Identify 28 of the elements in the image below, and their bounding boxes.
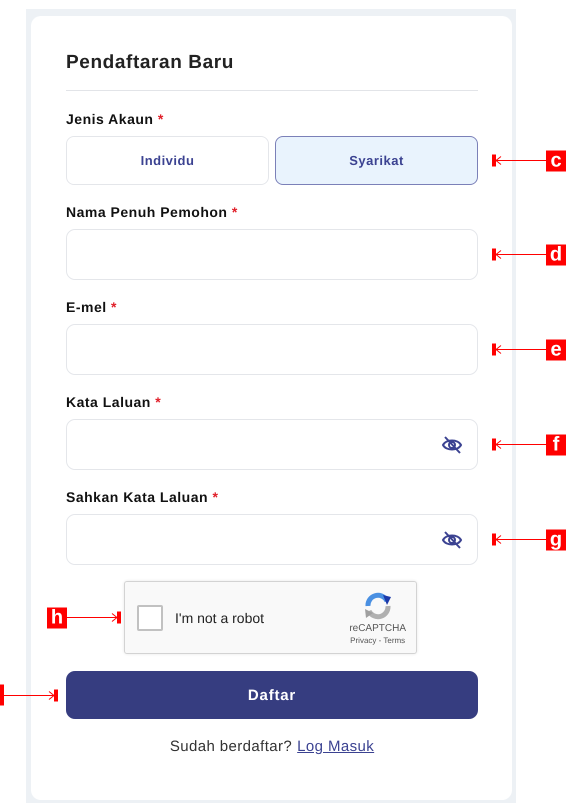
callout-label: e xyxy=(546,339,566,360)
captcha-checkbox[interactable] xyxy=(137,604,163,630)
password-field[interactable] xyxy=(66,514,478,565)
callout-label: h xyxy=(47,607,67,628)
callout-label: d xyxy=(546,244,566,265)
field-label: Nama Penuh Pemohon * xyxy=(66,203,239,221)
account-type-option[interactable]: Syarikat xyxy=(275,136,478,185)
callout-label: f xyxy=(546,434,566,455)
field-label: Kata Laluan * xyxy=(66,393,162,411)
eye-slash-icon[interactable] xyxy=(441,434,463,454)
field-label: E-mel * xyxy=(66,298,118,316)
login-prompt: Sudah berdaftar? xyxy=(170,737,292,757)
login-link[interactable]: Log Masuk xyxy=(297,737,374,757)
circular-arrows-icon xyxy=(362,590,393,620)
captcha-label: I'm not a robot xyxy=(175,610,266,626)
captcha-brand: reCAPTCHA xyxy=(349,622,406,634)
captcha-links[interactable]: Privacy - Terms xyxy=(350,636,406,644)
callout-label: g xyxy=(546,529,566,550)
input-field[interactable] xyxy=(66,229,478,280)
eye-slash-icon[interactable] xyxy=(441,530,463,550)
account-type-option[interactable]: Individu xyxy=(66,136,269,185)
input-field[interactable] xyxy=(66,324,478,375)
password-field[interactable] xyxy=(66,419,478,470)
field-label: Sahkan Kata Laluan * xyxy=(66,488,220,506)
form-title: Pendaftaran Baru xyxy=(66,52,235,74)
field-label: Jenis Akaun * xyxy=(66,110,165,128)
callout-label: c xyxy=(546,150,566,171)
register-button[interactable]: Daftar xyxy=(66,671,478,719)
